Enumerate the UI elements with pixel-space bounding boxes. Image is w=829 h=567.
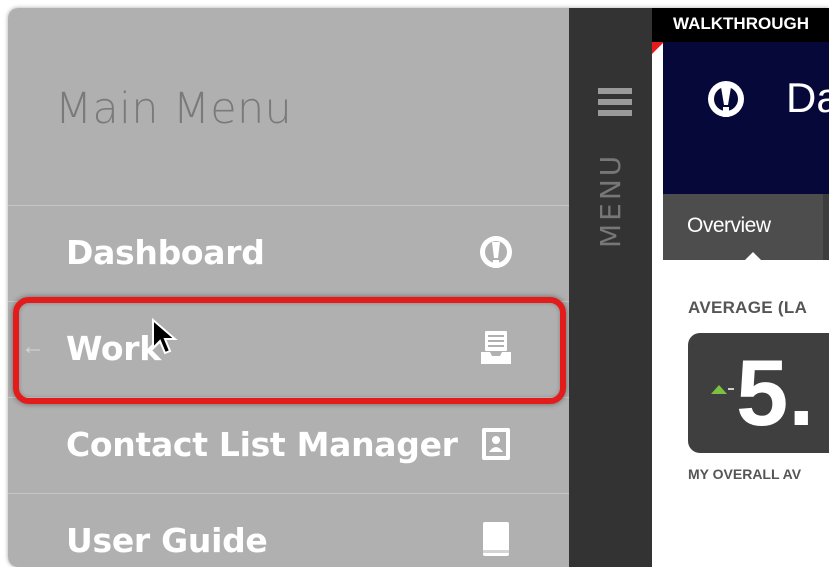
book-icon: [483, 522, 509, 556]
score-value: 5.: [736, 340, 815, 445]
dashboard-gauge-icon: [708, 81, 744, 117]
menu-item-contact-list-manager[interactable]: Contact List Manager: [8, 397, 569, 494]
menu-toggle-strip[interactable]: MENU: [569, 8, 663, 567]
menu-vertical-label: MENU: [594, 152, 627, 248]
tab-overview[interactable]: Overview: [663, 194, 823, 260]
active-tab-indicator: [744, 252, 762, 261]
walkthrough-label: WALKTHROUGH: [673, 14, 809, 33]
mouse-cursor-icon: [152, 318, 178, 355]
score-card: 5.: [688, 333, 829, 453]
trend-dash: [728, 388, 734, 390]
highlight-box: [13, 297, 566, 404]
menu-item-user-guide[interactable]: User Guide: [8, 493, 569, 567]
page-title: Da: [786, 74, 829, 121]
tab-overview-label: Overview: [687, 214, 771, 237]
main-menu-title: Main Menu: [55, 84, 293, 134]
overall-average-label: MY OVERALL AV: [688, 466, 802, 482]
contact-card-icon: [482, 428, 510, 460]
dashboard-gauge-icon: [480, 236, 512, 268]
screenshot-frame: Main Menu Dashboard ← Work Contact List: [8, 8, 829, 567]
menu-item-label: Dashboard: [66, 233, 265, 272]
menu-item-dashboard[interactable]: Dashboard: [8, 205, 569, 302]
menu-item-label: User Guide: [66, 521, 268, 560]
app-preview: WALKTHROUGH Da Overview AVERAGE (LA 5. M…: [652, 8, 829, 567]
trend-up-icon: [711, 385, 727, 394]
walkthrough-bar: WALKTHROUGH: [652, 8, 829, 42]
average-label: AVERAGE (LA: [688, 298, 808, 317]
tab-bar: Overview: [663, 194, 829, 261]
app-header: Da: [663, 42, 829, 194]
main-menu-panel: Main Menu Dashboard ← Work Contact List: [8, 8, 569, 567]
menu-item-label: Contact List Manager: [66, 425, 458, 464]
hamburger-menu-icon[interactable]: [598, 88, 632, 116]
